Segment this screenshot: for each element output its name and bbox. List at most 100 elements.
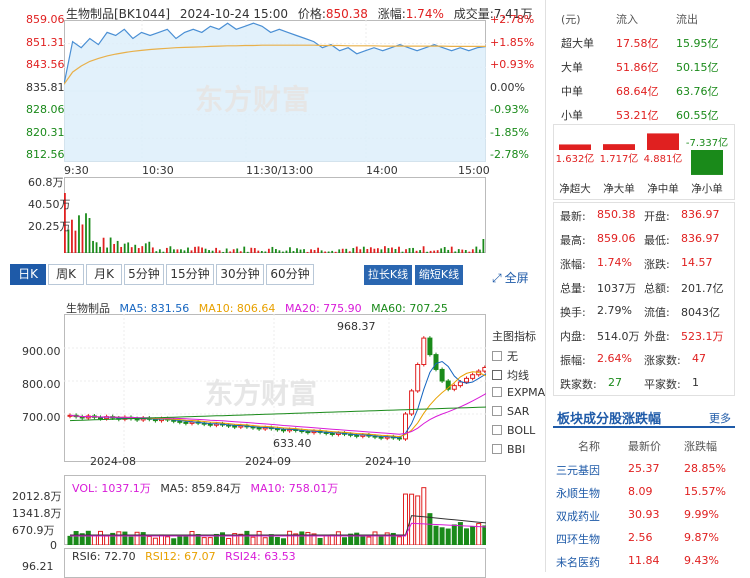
intraday-volume-bar bbox=[173, 249, 175, 253]
intraday-volume-bar bbox=[317, 247, 319, 253]
constituents-more-link[interactable]: 更多 bbox=[709, 410, 731, 426]
constituent-name-link[interactable]: 三元基因 bbox=[556, 462, 600, 478]
intraday-volume-bar bbox=[345, 248, 348, 253]
indicator-option[interactable]: SAR bbox=[492, 405, 529, 418]
intraday-volume-bar bbox=[327, 251, 330, 253]
period-tab-5[interactable]: 15分钟 bbox=[166, 264, 214, 285]
intraday-volume-bar bbox=[313, 249, 316, 253]
intraday-volume-bar bbox=[141, 246, 144, 253]
volume-y-label: 2012.8万 bbox=[12, 490, 62, 503]
intraday-volume-bar bbox=[450, 246, 453, 253]
intraday-volume-bar bbox=[471, 249, 474, 253]
intraday-volume-bar bbox=[183, 250, 186, 253]
constituents-header-cell: 名称 bbox=[578, 440, 600, 453]
volume-bar bbox=[104, 535, 110, 545]
volume-bar bbox=[171, 538, 177, 545]
volume-bar bbox=[183, 534, 189, 545]
kline-candle bbox=[183, 421, 189, 424]
constituent-name-link[interactable]: 永顺生物 bbox=[556, 485, 600, 501]
intraday-volume-bar bbox=[127, 242, 130, 253]
constituent-change: 9.99% bbox=[684, 508, 719, 521]
intraday-volume-bar bbox=[440, 248, 443, 253]
stat-key: 总额: bbox=[644, 282, 670, 295]
change-value: 1.74% bbox=[405, 7, 444, 21]
intraday-volume-bar bbox=[218, 250, 221, 253]
flow-table-header: (元) bbox=[561, 13, 581, 26]
intraday-volume-bar bbox=[352, 248, 355, 253]
indicator-option[interactable]: BBI bbox=[492, 443, 525, 456]
fullscreen-icon: ⤢ bbox=[492, 271, 502, 285]
kline-candle bbox=[256, 427, 262, 430]
intraday-volume-bar bbox=[78, 215, 80, 253]
intraday-volume-bar bbox=[391, 247, 393, 253]
intraday-volume-bar bbox=[190, 250, 193, 253]
intraday-volume-bar bbox=[165, 247, 168, 253]
intraday-volume-bar bbox=[187, 247, 189, 253]
period-tab-6[interactable]: 30分钟 bbox=[216, 264, 264, 285]
intraday-volume-bar bbox=[232, 249, 235, 253]
indicator-label: BBI bbox=[507, 443, 526, 456]
shrink-kline-button[interactable]: 缩短K线 bbox=[415, 265, 463, 285]
stat-value: 1 bbox=[692, 376, 699, 389]
indicator-option[interactable]: BOLL bbox=[492, 424, 535, 437]
volume-bar bbox=[98, 530, 103, 545]
kline-candle bbox=[457, 381, 463, 387]
volume-bar bbox=[366, 536, 372, 545]
indicator-option[interactable]: 无 bbox=[492, 348, 518, 364]
period-tab-1[interactable]: 日K bbox=[10, 264, 46, 285]
period-tab-3[interactable]: 月K bbox=[86, 264, 122, 285]
fullscreen-label: 全屏 bbox=[504, 271, 529, 285]
intraday-volume-bar bbox=[412, 247, 414, 253]
volume-label: 成交量: bbox=[453, 7, 494, 21]
constituent-name-link[interactable]: 未名医药 bbox=[556, 554, 600, 570]
stat-key: 最新: bbox=[560, 210, 586, 223]
change-label: 涨幅: bbox=[377, 7, 406, 21]
stat-value: 2.64% bbox=[597, 352, 632, 365]
expand-kline-button[interactable]: 拉长K线 bbox=[364, 265, 412, 285]
stat-value: 859.06 bbox=[597, 232, 636, 245]
kline-candle bbox=[329, 432, 335, 435]
stat-key: 流值: bbox=[644, 306, 670, 319]
intraday-y-pct-label: -1.85% bbox=[490, 125, 529, 139]
intraday-volume-bar bbox=[373, 248, 376, 253]
intraday-volume-bar bbox=[366, 249, 369, 253]
stat-key: 平家数: bbox=[644, 378, 681, 391]
stat-key: 涨家数: bbox=[644, 354, 681, 367]
indicator-checkbox[interactable] bbox=[492, 444, 502, 454]
volume-bar bbox=[372, 531, 378, 545]
volume-y-label: 0 bbox=[50, 539, 57, 552]
stat-key: 涨跌: bbox=[644, 258, 670, 271]
intraday-volume-bar bbox=[229, 251, 232, 253]
intraday-volume-bar bbox=[134, 244, 137, 253]
intraday-volume-bar bbox=[348, 251, 351, 253]
kline-x-label: 2024-09 bbox=[245, 455, 291, 468]
intraday-y-label: 820.31 bbox=[26, 125, 65, 139]
kline-x-label: 2024-08 bbox=[90, 455, 136, 468]
intraday-volume-chart bbox=[64, 193, 485, 253]
constituent-name-link[interactable]: 双成药业 bbox=[556, 508, 600, 524]
fullscreen-button[interactable]: ⤢ 全屏 bbox=[492, 269, 529, 286]
stat-value: 47 bbox=[692, 352, 706, 365]
intraday-x-label: 15:00 bbox=[458, 164, 490, 177]
flow-row-name: 中单 bbox=[561, 85, 583, 98]
intraday-volume-bar bbox=[464, 250, 467, 253]
indicator-checkbox[interactable] bbox=[492, 406, 502, 416]
period-tab-4[interactable]: 5分钟 bbox=[124, 264, 164, 285]
indicator-checkbox[interactable] bbox=[492, 387, 502, 397]
indicator-checkbox[interactable] bbox=[492, 351, 502, 361]
flow-row-inflow: 68.64亿 bbox=[616, 85, 659, 98]
indicator-checkbox[interactable] bbox=[492, 425, 502, 435]
constituent-name-link[interactable]: 四环生物 bbox=[556, 531, 600, 547]
indicator-option[interactable]: EXPMA bbox=[492, 386, 545, 399]
indicator-option[interactable]: 均线 bbox=[492, 367, 529, 383]
intraday-volume-bar bbox=[130, 247, 133, 253]
period-tab-2[interactable]: 周K bbox=[48, 264, 84, 285]
intraday-y-label: 859.06 bbox=[26, 13, 65, 26]
kline-low-marker: 633.40 bbox=[273, 437, 312, 450]
indicator-checkbox[interactable] bbox=[492, 370, 502, 380]
intraday-y-pct-label: +0.93% bbox=[490, 58, 535, 71]
period-tab-7[interactable]: 60分钟 bbox=[266, 264, 314, 285]
intraday-volume-y-label: 40.50万 bbox=[28, 198, 71, 211]
net-flow-value: -7.337亿 bbox=[686, 136, 728, 149]
volume-bar bbox=[207, 537, 213, 545]
